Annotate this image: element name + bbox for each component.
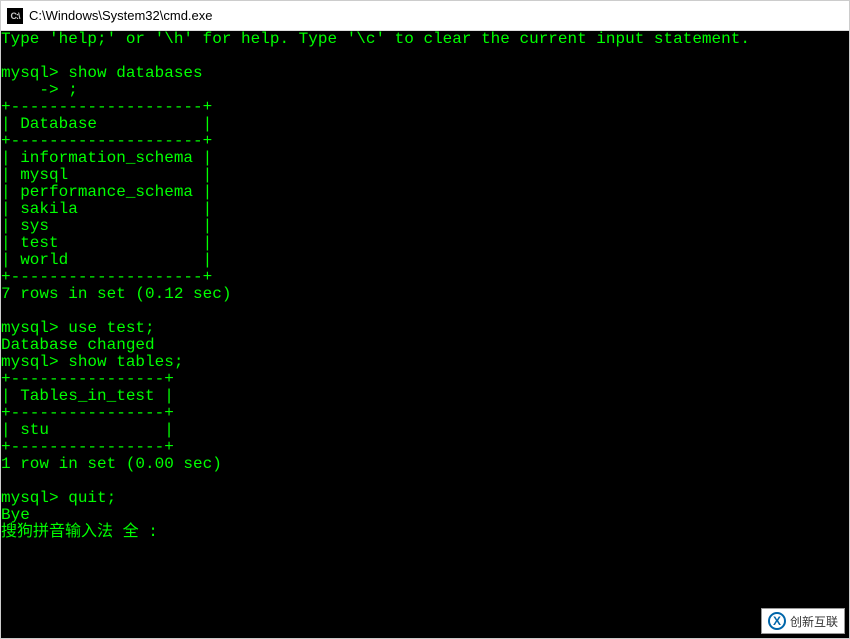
table-divider: +----------------+	[1, 438, 174, 456]
continuation-line: -> ;	[1, 81, 78, 99]
terminal-output[interactable]: Type 'help;' or '\h' for help. Type '\c'…	[1, 31, 849, 638]
watermark-text: 创新互联	[790, 613, 838, 630]
watermark-badge: X 创新互联	[761, 608, 845, 634]
table-row: | information_schema |	[1, 149, 212, 167]
mysql-prompt: mysql> quit;	[1, 489, 116, 507]
ime-status: 搜狗拼音输入法 全 :	[1, 523, 158, 541]
table-row: | sys |	[1, 217, 212, 235]
cmd-icon: C:\	[7, 8, 23, 24]
table-row: | sakila |	[1, 200, 212, 218]
status-line: Database changed	[1, 336, 155, 354]
table-header: | Database |	[1, 115, 212, 133]
help-text: Type 'help;' or '\h' for help. Type '\c'…	[1, 31, 750, 48]
table-divider: +----------------+	[1, 404, 174, 422]
table-row: | performance_schema |	[1, 183, 212, 201]
table-row: | stu |	[1, 421, 174, 439]
window-title: C:\Windows\System32\cmd.exe	[29, 8, 213, 23]
table-row: | mysql |	[1, 166, 212, 184]
table-divider: +--------------------+	[1, 98, 212, 116]
table-header: | Tables_in_test |	[1, 387, 174, 405]
mysql-prompt: mysql> show tables;	[1, 353, 183, 371]
mysql-prompt: mysql> use test;	[1, 319, 155, 337]
table-divider: +--------------------+	[1, 268, 212, 286]
table-row: | world |	[1, 251, 212, 269]
watermark-icon: X	[768, 612, 786, 630]
mysql-prompt: mysql> show databases	[1, 64, 203, 82]
result-summary: 7 rows in set (0.12 sec)	[1, 285, 231, 303]
table-divider: +----------------+	[1, 370, 174, 388]
result-summary: 1 row in set (0.00 sec)	[1, 455, 222, 473]
table-row: | test |	[1, 234, 212, 252]
window-titlebar[interactable]: C:\ C:\Windows\System32\cmd.exe	[1, 1, 849, 31]
table-divider: +--------------------+	[1, 132, 212, 150]
bye-line: Bye	[1, 506, 30, 524]
